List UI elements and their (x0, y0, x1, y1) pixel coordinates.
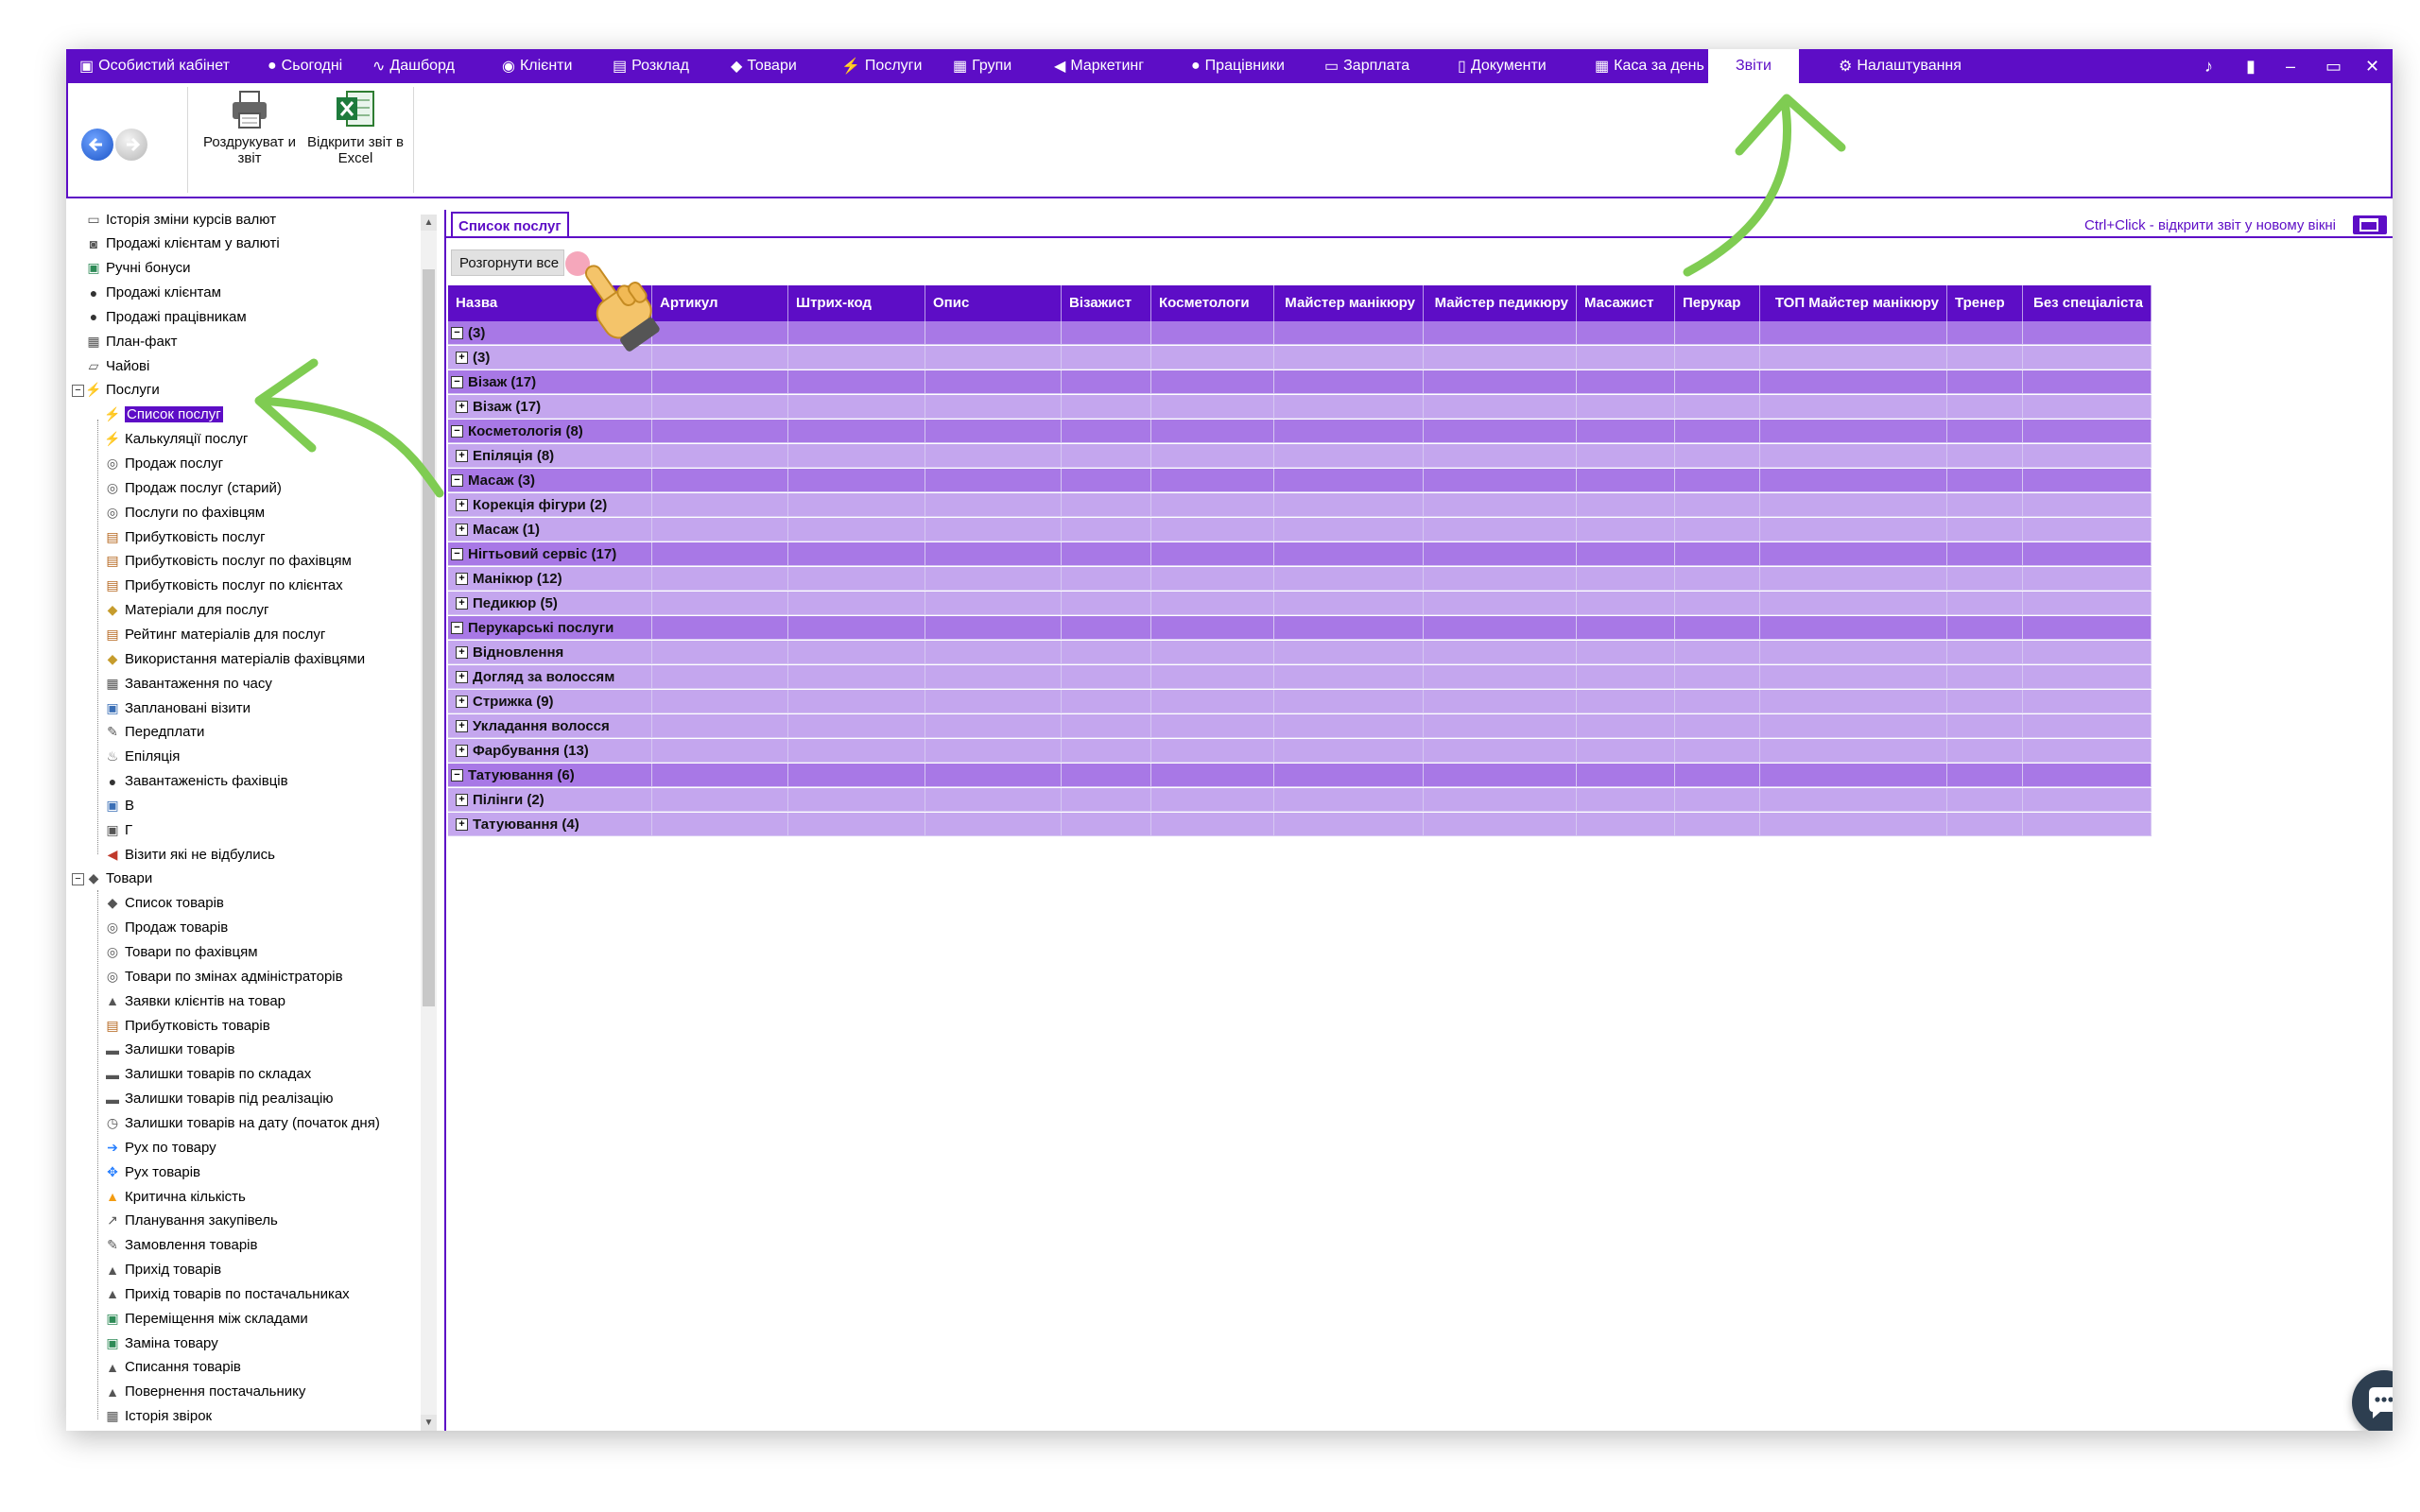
tutorial-arrows (254, 94, 1846, 498)
chat-bubble-icon (2369, 1387, 2393, 1418)
arrow-to-reports-tab (1683, 97, 1792, 277)
arrow-to-service-list (255, 396, 444, 498)
app-window: ▣ Особистий кабінет ● Сьогодні ∿ Дашборд ◉ Кліє… (66, 49, 2393, 1431)
pointing-hand-icon (584, 265, 660, 352)
chat-widget-button[interactable] (2352, 1370, 2393, 1431)
